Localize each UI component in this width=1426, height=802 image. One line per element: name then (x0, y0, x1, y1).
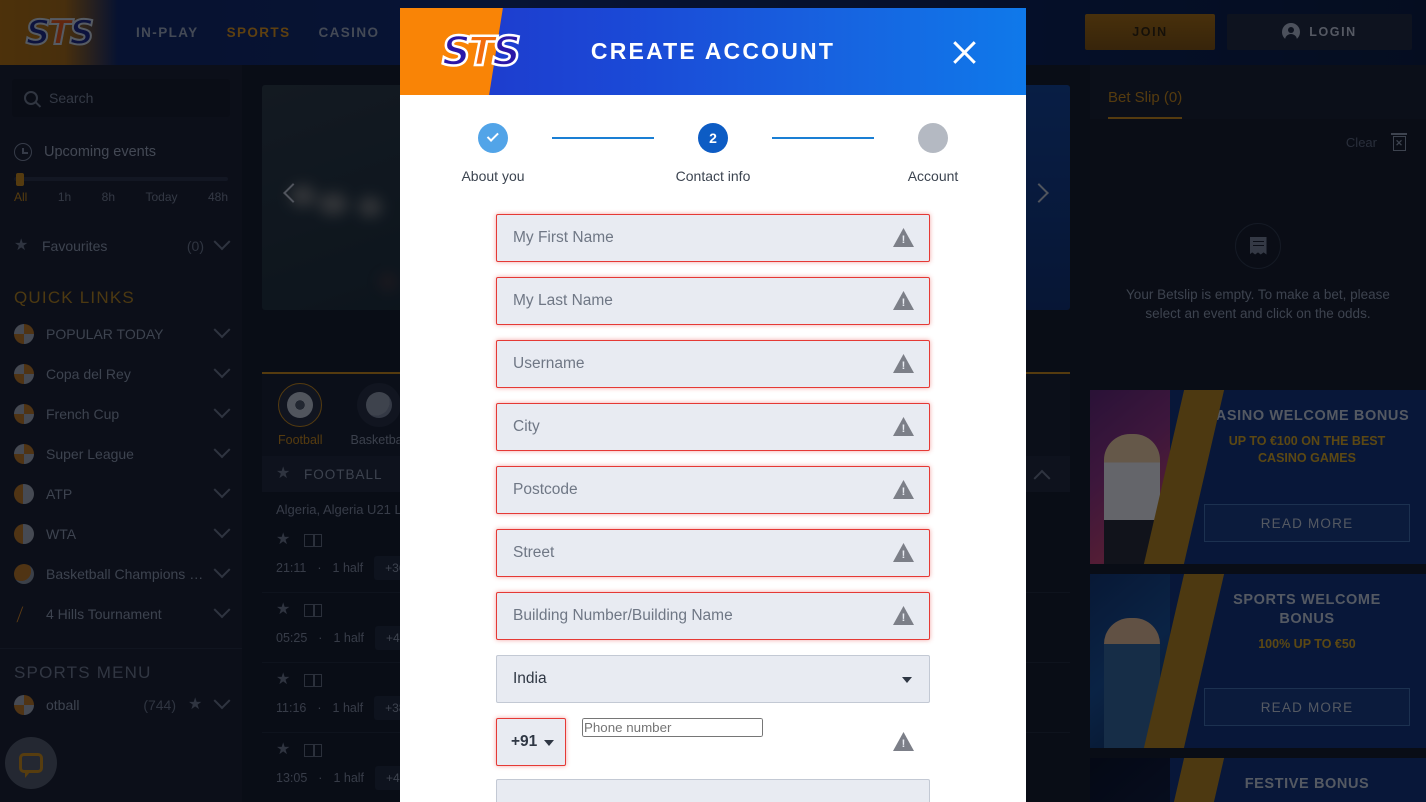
postcode-field (496, 466, 930, 514)
step-connector (772, 137, 874, 139)
registration-stepper: About you 2 Contact info Account (400, 123, 1026, 184)
street-input[interactable] (496, 529, 930, 577)
modal-body: About you 2 Contact info Account My Firs… (400, 95, 1026, 802)
phone-number-field (582, 718, 930, 766)
building-input[interactable] (496, 592, 930, 640)
city-field (496, 403, 930, 451)
city-input[interactable] (496, 403, 930, 451)
step-about-you[interactable]: About you (434, 123, 552, 184)
step-account[interactable]: Account (874, 123, 992, 184)
phone-number-input[interactable] (582, 718, 763, 737)
chevron-down-icon (902, 677, 912, 683)
username-field (496, 340, 930, 388)
sts-betting-app: STS IN-PLAY SPORTS CASINO LIVE C JOIN LO… (0, 0, 1426, 802)
step-contact-info[interactable]: 2 Contact info (654, 123, 772, 184)
close-icon[interactable] (948, 36, 980, 68)
modal-header: STS CREATE ACCOUNT (400, 8, 1026, 95)
country-field[interactable]: India (496, 655, 930, 703)
building-field (496, 592, 930, 640)
step-label: Contact info (675, 168, 751, 184)
sts-logo: STS (441, 27, 522, 76)
step-connector (552, 137, 654, 139)
last-name-input[interactable] (496, 277, 930, 325)
step-indicator-todo (918, 123, 948, 153)
country-select[interactable]: India (496, 655, 930, 703)
step-indicator-done (478, 123, 508, 153)
step-label: About you (461, 168, 525, 184)
warning-icon (893, 732, 914, 751)
next-field-partial[interactable] (496, 779, 930, 802)
phone-prefix-select[interactable]: +91 (496, 718, 566, 766)
registration-form: India +91 (400, 214, 1026, 802)
postcode-input[interactable] (496, 466, 930, 514)
chevron-down-icon (544, 740, 554, 746)
phone-row: +91 (496, 718, 930, 766)
street-field (496, 529, 930, 577)
first-name-field (496, 214, 930, 262)
first-name-input[interactable] (496, 214, 930, 262)
phone-prefix-field[interactable]: +91 (496, 718, 566, 766)
step-label: Account (907, 168, 959, 184)
step-indicator-current: 2 (698, 123, 728, 153)
username-input[interactable] (496, 340, 930, 388)
create-account-modal: STS CREATE ACCOUNT About you 2 Contact i… (400, 8, 1026, 802)
last-name-field (496, 277, 930, 325)
